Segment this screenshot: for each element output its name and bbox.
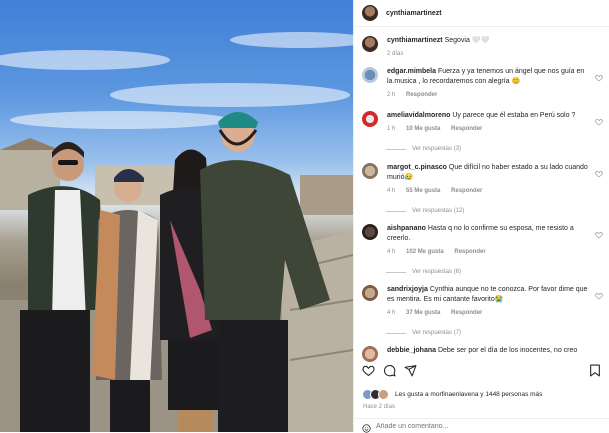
like-comment-icon[interactable] [595, 292, 603, 300]
likes-summary[interactable]: Les gusta a morfinaenlavena y 1448 perso… [362, 389, 542, 400]
comment-item: ameliavidalmoreno Uy parece que él estab… [362, 111, 603, 154]
post-photo[interactable] [0, 0, 353, 432]
comment-username[interactable]: sandrixjoyja [387, 286, 428, 293]
like-comment-icon[interactable] [595, 74, 603, 82]
like-comment-icon[interactable] [595, 170, 603, 178]
like-comment-icon[interactable] [595, 118, 603, 126]
comment-username[interactable]: ameliavidalmoreno [387, 112, 450, 119]
like-comment-icon[interactable] [595, 231, 603, 239]
comment-likes[interactable]: 10 Me gusta [406, 126, 440, 132]
comment-text: Debe ser por el día de los inocentes, no… [437, 347, 578, 354]
view-replies-button[interactable]: Ver respuestas (12) [386, 206, 589, 216]
comment-item: margot_c.pinasco Que difícil no haber es… [362, 163, 603, 216]
comment-username[interactable]: edgar.mimbela [387, 68, 436, 75]
share-icon[interactable] [404, 364, 417, 377]
comment-avatar[interactable] [362, 111, 378, 127]
post-header: cynthiamartinezt [354, 0, 609, 27]
comment-time: 2 h [387, 92, 396, 98]
reply-button[interactable]: Responder [451, 310, 482, 316]
view-replies-button[interactable]: Ver respuestas (6) [386, 267, 589, 277]
comment-time: 4 h [387, 188, 396, 194]
comment-likes[interactable]: 102 Me gusta [406, 249, 444, 255]
view-replies-button[interactable]: Ver respuestas (7) [386, 328, 589, 338]
reply-button[interactable]: Responder [451, 126, 482, 132]
view-replies-button[interactable]: Ver respuestas (3) [386, 144, 589, 154]
comment-time: 4 h [387, 249, 396, 255]
reply-button[interactable]: Responder [454, 249, 485, 255]
comment-avatar[interactable] [362, 346, 378, 362]
comment-item: debbie_johana Debe ser por el día de los… [362, 346, 603, 362]
comment-avatar[interactable] [362, 67, 378, 83]
liker-avatar [378, 389, 389, 400]
reply-button[interactable]: Responder [451, 188, 482, 194]
caption: cynthiamartinezt Segovia 🤍🤍 2 días [362, 36, 603, 59]
comments-list[interactable]: cynthiamartinezt Segovia 🤍🤍 2 días edgar… [354, 30, 609, 362]
like-icon[interactable] [362, 364, 375, 377]
caption-text: Segovia 🤍🤍 [444, 37, 490, 44]
posted-time: Hace 2 días [363, 404, 396, 410]
comment-time: 1 h [387, 126, 396, 132]
comment-avatar[interactable] [362, 285, 378, 301]
comment-username[interactable]: aishpanano [387, 225, 426, 232]
comment-item: sandrixjoyja Cynthia aunque no te conozc… [362, 285, 603, 338]
comment-likes[interactable]: 55 Me gusta [406, 188, 440, 194]
save-icon[interactable] [589, 364, 601, 377]
comment-avatar[interactable] [362, 224, 378, 240]
author-username[interactable]: cynthiamartinezt [386, 10, 442, 17]
likes-text: Les gusta a morfinaenlavena y 1448 perso… [395, 391, 543, 398]
comment-item: edgar.mimbela Fuerza y ya tenemos un áng… [362, 67, 603, 100]
photo-scene [0, 32, 353, 432]
post-panel: cynthiamartinezt cynthiamartinezt Segovi… [353, 0, 609, 433]
action-bar [362, 364, 601, 382]
add-comment-input[interactable] [376, 423, 576, 430]
comment-username[interactable]: debbie_johana [387, 347, 436, 354]
comment-icon[interactable] [383, 364, 396, 377]
comment-text: Uy parece que él estaba en Perú solo ? [452, 112, 576, 119]
reply-button[interactable]: Responder [406, 92, 437, 98]
caption-time: 2 días [387, 51, 404, 57]
comment-time: 4 h [387, 310, 396, 316]
comment-likes[interactable]: 37 Me gusta [406, 310, 440, 316]
caption-username[interactable]: cynthiamartinezt [387, 37, 443, 44]
comment-username[interactable]: margot_c.pinasco [387, 164, 447, 171]
add-comment-bar [354, 418, 609, 433]
author-avatar[interactable] [362, 5, 378, 21]
comment-avatar[interactable] [362, 163, 378, 179]
comment-item: aishpanano Hasta q no lo confirme su esp… [362, 224, 603, 277]
caption-avatar[interactable] [362, 36, 378, 52]
